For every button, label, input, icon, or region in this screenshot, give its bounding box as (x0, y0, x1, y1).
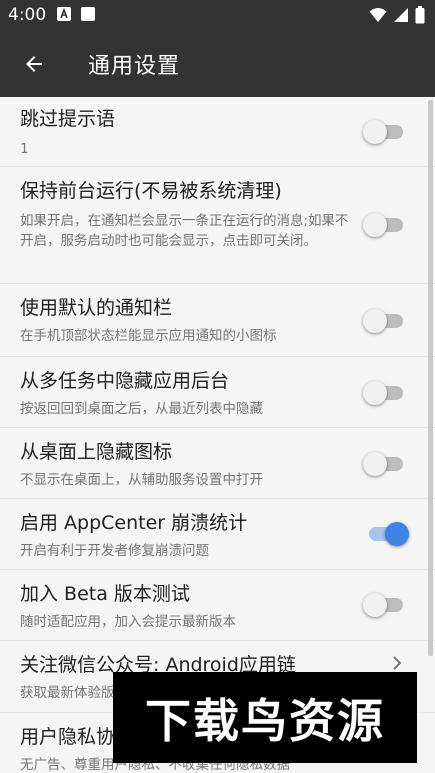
status-bar: 4:00 (0, 0, 435, 30)
appcenter-crash-switch[interactable] (363, 514, 409, 554)
notification-square-icon (80, 6, 96, 26)
setting-skip-prompt[interactable]: 跳过提示语 1 (0, 97, 435, 167)
setting-title: 从多任务中隐藏应用后台 (20, 370, 230, 392)
setting-default-notification[interactable]: 使用默认的通知栏 在手机顶部状态栏能显示应用通知的小图标 (0, 284, 435, 357)
setting-summary: 随时适配应用，加入会提示最新版本 (20, 614, 236, 630)
setting-title: 保持前台运行(不易被系统清理) (20, 180, 282, 202)
keep-foreground-switch[interactable] (363, 205, 407, 245)
battery-icon (415, 6, 425, 28)
signal-icon (393, 7, 409, 27)
setting-title: 从桌面上隐藏图标 (20, 441, 173, 463)
scrollbar[interactable] (428, 100, 433, 656)
arrow-left-icon (26, 56, 42, 72)
status-time: 4:00 (8, 5, 47, 25)
setting-summary: 按返回回到桌面之后，从最近列表中隐藏 (20, 401, 263, 417)
setting-title: 加入 Beta 版本测试 (20, 583, 190, 605)
setting-hide-icon[interactable]: 从桌面上隐藏图标 不显示在桌面上，从辅助服务设置中打开 (0, 428, 435, 499)
setting-keep-foreground[interactable]: 保持前台运行(不易被系统清理) 如果开启，在通知栏会显示一条正在运行的消息;如果… (0, 167, 435, 284)
back-button[interactable] (14, 46, 54, 82)
app-bar: 通用设置 (0, 30, 435, 97)
hide-icon-switch[interactable] (363, 444, 407, 484)
default-notification-switch[interactable] (363, 301, 407, 341)
chevron-right-icon (393, 656, 402, 670)
beta-test-switch[interactable] (363, 585, 407, 625)
hide-from-recents-switch[interactable] (363, 373, 407, 413)
watermark-text: 下载鸟资源 (145, 693, 385, 748)
setting-title: 使用默认的通知栏 (20, 297, 173, 319)
setting-summary: 不显示在桌面上，从辅助服务设置中打开 (20, 472, 263, 488)
setting-summary: 在手机顶部状态栏能显示应用通知的小图标 (20, 328, 277, 344)
setting-hide-from-recents[interactable]: 从多任务中隐藏应用后台 按返回回到桌面之后，从最近列表中隐藏 (0, 357, 435, 428)
setting-title: 跳过提示语 (20, 108, 116, 130)
setting-summary: 1 (20, 141, 29, 157)
skip-prompt-switch[interactable] (363, 112, 407, 152)
setting-beta-test[interactable]: 加入 Beta 版本测试 随时适配应用，加入会提示最新版本 (0, 570, 435, 641)
setting-title: 启用 AppCenter 崩溃统计 (20, 512, 248, 534)
setting-appcenter-crash[interactable]: 启用 AppCenter 崩溃统计 开启有利于开发者修复崩溃问题 (0, 499, 435, 570)
setting-summary: 开启有利于开发者修复崩溃问题 (20, 543, 209, 559)
wifi-icon (369, 7, 387, 27)
watermark: 下载鸟资源 (113, 672, 417, 763)
page-title: 通用设置 (88, 54, 181, 79)
setting-summary: 如果开启，在通知栏会显示一条正在运行的消息;如果不开启，服务启动时也可能会显示，… (20, 213, 349, 249)
notification-a-icon (56, 6, 72, 26)
